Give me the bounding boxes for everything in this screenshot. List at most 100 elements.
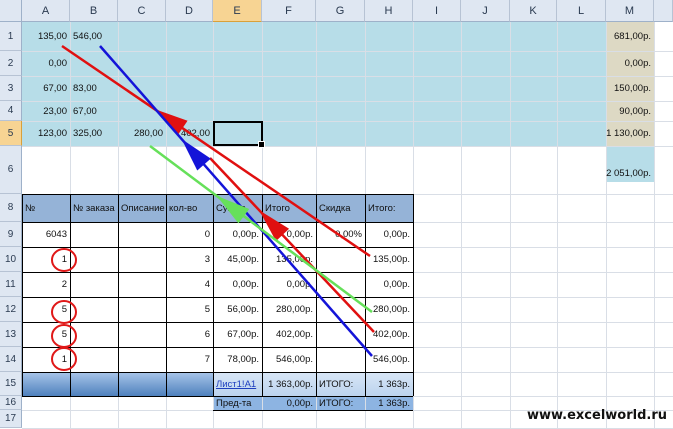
table-cell-f10: 135,00р.	[276, 254, 313, 265]
table-cell-d13: 6	[204, 329, 210, 340]
column-header-H[interactable]: H	[365, 0, 413, 22]
table-cell-g10	[316, 247, 365, 272]
column-header-blank	[654, 0, 673, 22]
select-all-corner[interactable]	[0, 0, 22, 22]
gridline-row-2	[22, 76, 673, 77]
table-vline-0	[22, 194, 23, 396]
cell-m6: 2 051,00р.	[606, 167, 651, 179]
gridline-col-I	[461, 22, 462, 428]
cell-m5: 1 130,00р.	[606, 128, 651, 139]
cell-b2	[70, 51, 118, 76]
table-cell-a9: 6043	[45, 229, 67, 240]
cell-h16: 1 363р.	[378, 397, 410, 409]
table-cell-d14: 7	[204, 354, 210, 365]
row-header-13[interactable]: 13	[0, 322, 22, 347]
row-header-14[interactable]: 14	[0, 347, 22, 372]
table-vline-3	[166, 194, 167, 396]
table-cell-g9: 0,00%	[335, 229, 362, 240]
table-hline-bottom	[22, 396, 413, 397]
column-header-L[interactable]: L	[557, 0, 606, 22]
cell-g15: ИТОГО:	[319, 378, 354, 390]
row-header-16[interactable]: 16	[0, 396, 22, 410]
gridline-col-J	[510, 22, 511, 428]
active-cell-e5[interactable]	[213, 121, 265, 148]
row16-border	[213, 410, 413, 411]
cell-a5: 123,00	[37, 128, 67, 139]
gridline-col-M	[654, 22, 655, 428]
table-cell-h12: 280,00р.	[373, 304, 410, 315]
table-hline-11	[22, 322, 413, 323]
row-header-5[interactable]: 5	[0, 121, 22, 146]
table-cell-d10: 3	[204, 254, 210, 265]
table-header-1: №	[25, 202, 36, 214]
table-cell-a11: 2	[61, 279, 67, 290]
cell-f16: 0,00р.	[286, 397, 313, 409]
table-vline-7	[365, 194, 366, 396]
table-vline-5	[262, 194, 263, 396]
row-header-3[interactable]: 3	[0, 76, 22, 101]
cell-a2: 0,00	[48, 58, 68, 69]
row-header-10[interactable]: 10	[0, 247, 22, 272]
row-header-9[interactable]: 9	[0, 222, 22, 247]
cell-a3: 67,00	[43, 83, 67, 94]
cell-g16: ИТОГО:	[319, 397, 354, 409]
table-vline-1	[70, 194, 71, 396]
column-header-I[interactable]: I	[413, 0, 461, 22]
column-header-K[interactable]: K	[510, 0, 557, 22]
cell-b4: 67,00	[73, 105, 97, 117]
gridline-row-3	[22, 101, 673, 102]
cell-m2: 0,00р.	[624, 58, 651, 69]
row-header-4[interactable]: 4	[0, 101, 22, 121]
table-header-4: кол-во	[169, 202, 198, 214]
column-header-B[interactable]: B	[70, 0, 118, 22]
table-cell-e12: 56,00р.	[227, 304, 259, 315]
row-header-8[interactable]: 8	[0, 194, 22, 222]
row-header-6[interactable]: 6	[0, 146, 22, 194]
table-cell-g11	[316, 272, 365, 297]
table-header-5: Сумма	[216, 202, 246, 214]
column-header-M[interactable]: M	[606, 0, 654, 22]
table-cell-h11: 0,00р.	[383, 279, 410, 290]
table-hline-10	[22, 297, 413, 298]
table-vline-2	[118, 194, 119, 396]
table-cell-f14: 546,00р.	[276, 354, 313, 365]
table-cell-h14: 546,00р.	[373, 354, 410, 365]
table-hline-12	[22, 347, 413, 348]
row-header-1[interactable]: 1	[0, 22, 22, 51]
table-cell-g13	[316, 322, 365, 347]
table-cell-e10: 45,00р.	[227, 254, 259, 265]
table-cell-e11: 0,00р.	[232, 279, 259, 290]
table-cell-e9: 0,00р.	[232, 229, 259, 240]
table-cell-f11: 0,00р.	[286, 279, 313, 290]
column-header-E[interactable]: E	[213, 0, 262, 22]
column-header-D[interactable]: D	[166, 0, 213, 22]
column-header-A[interactable]: A	[22, 0, 70, 22]
row-header-2[interactable]: 2	[0, 51, 22, 76]
table-cell-d12: 5	[204, 304, 210, 315]
table-hline-8	[22, 247, 413, 248]
column-header-F[interactable]: F	[262, 0, 316, 22]
table-hline-13	[22, 372, 413, 373]
gridline-col-K	[557, 22, 558, 428]
row-header-12[interactable]: 12	[0, 297, 22, 322]
cell-a1: 135,00	[37, 31, 67, 42]
watermark-text: www.excelworld.ru	[526, 408, 667, 423]
table-cell-g14	[316, 347, 365, 372]
table-cell-f12: 280,00р.	[276, 304, 313, 315]
row-header-11[interactable]: 11	[0, 272, 22, 297]
sheet-link-cell[interactable]: Лист1!A1	[213, 372, 262, 396]
cell-m1: 681,00р.	[614, 31, 651, 42]
column-header-J[interactable]: J	[461, 0, 510, 22]
table-cell-g12	[316, 297, 365, 322]
table-cell-a14: 1	[61, 354, 67, 365]
cell-b1: 546,00	[73, 31, 103, 42]
cell-m3: 150,00р.	[614, 83, 651, 94]
row-header-17[interactable]: 17	[0, 410, 22, 428]
cell-h15: 1 363р.	[378, 378, 410, 390]
row-header-15[interactable]: 15	[0, 372, 22, 396]
table-vline-6	[316, 194, 317, 396]
column-header-G[interactable]: G	[316, 0, 365, 22]
cell-b3: 83,00	[73, 83, 97, 94]
table-cell-d9: 0	[204, 229, 210, 240]
column-header-C[interactable]: C	[118, 0, 166, 22]
